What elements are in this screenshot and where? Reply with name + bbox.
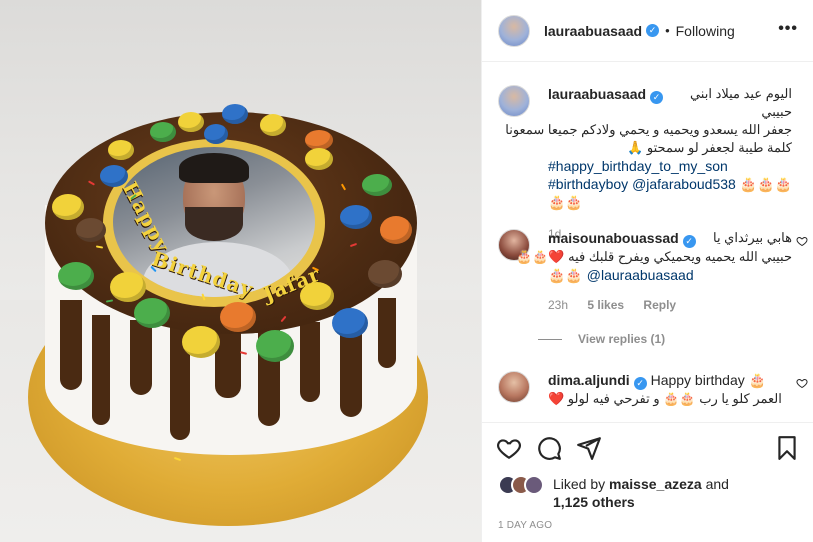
verified-badge-icon: ✓ [633, 377, 647, 390]
candy [340, 205, 372, 229]
chocolate-drip [60, 300, 82, 390]
candy [100, 165, 128, 187]
view-replies-label[interactable]: View replies (1) [578, 332, 665, 346]
chocolate-drip [378, 298, 396, 368]
candy [300, 282, 334, 310]
comments-list: lauraabuasaad ✓ اليوم عيد ميلاد ابني حبيب… [482, 63, 813, 421]
comment-emoji: 🎂🎂 [548, 267, 583, 283]
mention-link[interactable]: @lauraabuasaad [587, 267, 694, 283]
comment: dima.aljundi ✓ Happy birthday 🎂 العمر كلو… [498, 371, 808, 421]
candy [76, 218, 106, 242]
replies-divider [538, 338, 562, 340]
hashtag-link[interactable]: #birthdayboy [548, 176, 628, 192]
post-actions: Liked by maisse_azeza and 1,125 others 1… [482, 422, 813, 542]
candy [108, 140, 134, 160]
comment-line-2: العمر كلو يا رب 🎂🎂 و تفرحي فيه لولو ❤️ [548, 391, 782, 406]
reply-button[interactable]: Reply [643, 298, 676, 312]
more-options-icon[interactable]: ••• [778, 20, 798, 38]
post-header: lauraabuasaad ✓ • Following ••• [482, 0, 813, 62]
comment-bubble-icon[interactable] [536, 435, 562, 461]
verified-badge-icon: ✓ [650, 91, 664, 104]
chocolate-drip [130, 320, 152, 395]
candy [305, 148, 333, 170]
post-timestamp[interactable]: 1 DAY AGO [498, 520, 552, 531]
liked-by: Liked by maisse_azeza and 1,125 others [498, 475, 783, 511]
like-heart-icon[interactable] [496, 435, 522, 461]
candy [110, 272, 146, 302]
candy [222, 104, 248, 124]
save-bookmark-icon[interactable] [774, 435, 800, 461]
liked-by-and: and [705, 476, 729, 492]
comment-line-1: هابي بيرثداي يا [712, 230, 792, 245]
post-side-panel: lauraabuasaad ✓ • Following ••• lauraabu… [481, 0, 813, 542]
portrait-beard [185, 207, 243, 241]
view-replies-button[interactable]: View replies (1) [538, 332, 665, 346]
comment-likes[interactable]: 5 likes [587, 298, 624, 312]
comment: maisounabouassad ✓ هابي بيرثداي يا حبيبي … [498, 229, 808, 329]
liked-by-text: Liked by maisse_azeza and 1,125 others [553, 475, 783, 511]
verified-badge-icon: ✓ [682, 235, 696, 248]
liked-by-others[interactable]: 1,125 others [553, 494, 635, 510]
portrait-hair [179, 153, 249, 183]
candy [380, 216, 412, 244]
candy [134, 298, 170, 328]
candy [150, 122, 176, 142]
candy [305, 130, 333, 150]
comment-avatar[interactable] [498, 371, 530, 403]
candy [52, 194, 84, 220]
candy [256, 330, 294, 362]
caption-username[interactable]: lauraabuasaad [548, 86, 646, 102]
caption-line-2: جعفر الله يسعدو ويحميه و يحمي ولادكم جمي… [505, 122, 792, 137]
candy [58, 262, 94, 290]
candy [362, 174, 392, 196]
liker-avatars [498, 475, 544, 495]
post-photo[interactable]: Happy Birthday Jafar [0, 0, 481, 542]
caption: lauraabuasaad ✓ اليوم عيد ميلاد ابني حبيب… [498, 85, 798, 241]
candy [260, 114, 286, 136]
comment-like-heart-icon[interactable] [796, 235, 808, 247]
comment-like-heart-icon[interactable] [796, 377, 808, 389]
mention-link[interactable]: @jafaraboud538 [632, 176, 736, 192]
chocolate-drip [300, 322, 320, 402]
caption-body: lauraabuasaad ✓ اليوم عيد ميلاد ابني حبيب… [505, 85, 792, 243]
verified-badge-icon: ✓ [646, 24, 660, 37]
caption-line-3: كلمة طيبة لجعفر لو سمحتو 🙏 [627, 140, 792, 155]
comment-meta: 23h 5 likes Reply [548, 296, 792, 314]
comment-body: maisounabouassad ✓ هابي بيرثداي يا حبيبي … [515, 229, 792, 314]
comment-line-2: حبيبي الله يحميه ويحميكي ويفرح قلبك فيه … [515, 249, 792, 264]
candy [220, 302, 256, 332]
liked-by-prefix: Liked by [553, 476, 606, 492]
separator-dot: • [665, 23, 670, 38]
caption-avatar[interactable] [498, 85, 530, 117]
candy [204, 124, 228, 144]
comment-body: dima.aljundi ✓ Happy birthday 🎂 العمر كلو… [548, 371, 792, 408]
comment-username[interactable]: maisounabouassad [548, 230, 679, 246]
candy [332, 308, 368, 338]
post-viewer: Happy Birthday Jafar lauraabuasaad ✓ • F… [0, 0, 813, 542]
comment-username[interactable]: dima.aljundi [548, 372, 630, 388]
share-paper-plane-icon[interactable] [576, 435, 602, 461]
author-avatar[interactable] [498, 14, 530, 47]
author-username[interactable]: lauraabuasaad [544, 23, 642, 39]
hashtag-link[interactable]: #happy_birthday_to_my_son [548, 157, 792, 175]
candy [368, 260, 402, 288]
chocolate-drip [92, 315, 110, 425]
liker-avatar[interactable] [524, 475, 544, 495]
liked-by-user[interactable]: maisse_azeza [609, 476, 702, 492]
comment-line-1: Happy birthday 🎂 [650, 372, 767, 388]
comment-age[interactable]: 23h [548, 298, 568, 312]
candy [182, 326, 220, 358]
candy [178, 112, 204, 132]
caption-line-1: اليوم عيد ميلاد ابني حبيبي [689, 86, 792, 119]
following-button[interactable]: Following [676, 23, 735, 39]
